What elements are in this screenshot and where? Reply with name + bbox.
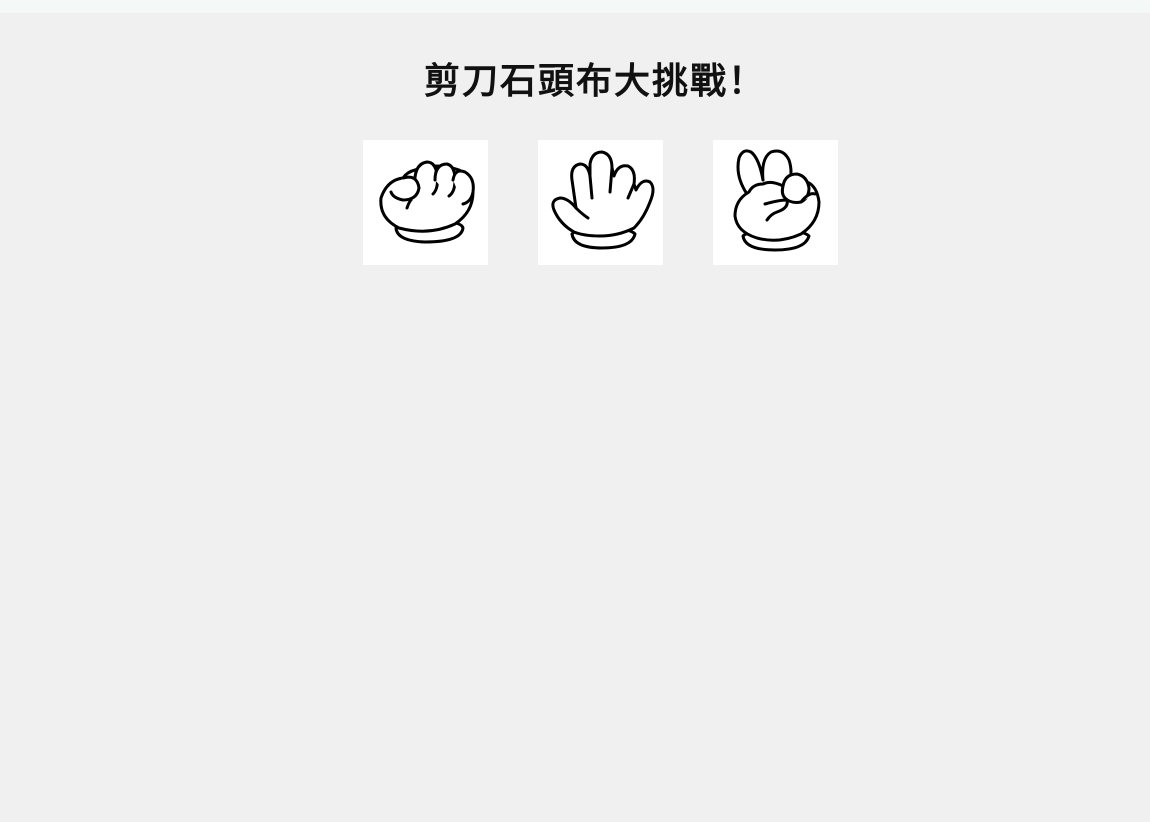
paper-hand-icon [551, 150, 655, 250]
rock-hand-icon [379, 160, 475, 244]
rock-button[interactable] [363, 140, 488, 265]
scissors-hand-icon [733, 149, 821, 252]
top-bar [0, 0, 1150, 13]
page-title: 剪刀石頭布大挑戰！ [423, 61, 766, 102]
scissors-button[interactable] [713, 140, 838, 265]
paper-button[interactable] [538, 140, 663, 265]
